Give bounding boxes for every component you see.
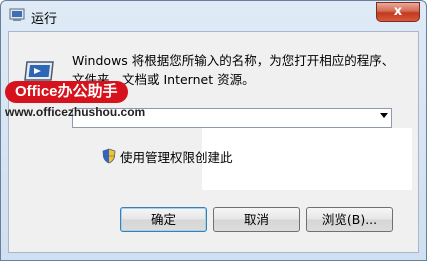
admin-option-label[interactable]: 使用管理权限创建此 [120,147,233,166]
watermark-overlay [202,128,412,190]
close-button[interactable]: x [376,2,420,22]
ok-button[interactable]: 确定 [120,207,207,232]
run-dialog-window: 运行 x Windows 将根据您所输入的名称，为您打开相应的程序、 文件夹、文… [0,0,427,261]
uac-shield-icon [102,148,116,164]
window-title: 运行 [31,12,58,27]
chevron-down-icon[interactable] [380,113,388,118]
watermark-badge: Office办公助手 [5,81,128,103]
run-icon [9,8,25,21]
title-bar[interactable]: 运行 x [1,1,426,31]
description-line-1: Windows 将根据您所输入的名称，为您打开相应的程序、 [72,53,395,68]
watermark-url: www.officezhushou.com [5,105,146,119]
browse-button[interactable]: 浏览(B)... [306,207,393,232]
cancel-button[interactable]: 取消 [213,207,300,232]
close-icon: x [393,4,403,19]
dialog-body: Windows 将根据您所输入的名称，为您打开相应的程序、 文件夹、文档或 In… [8,31,419,253]
